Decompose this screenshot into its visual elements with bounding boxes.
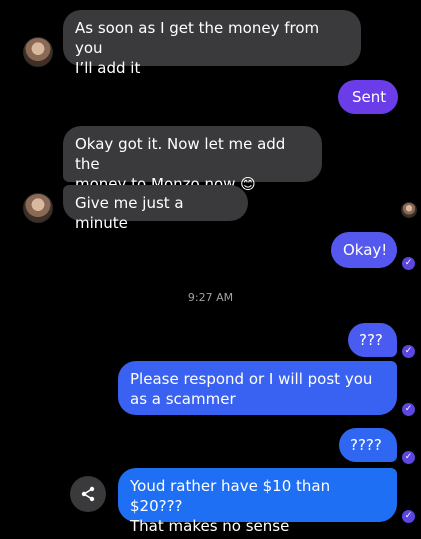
check-circle-icon: ✓ [402,451,415,464]
check-circle-icon: ✓ [402,345,415,358]
contact-avatar[interactable] [23,37,53,67]
read-receipt-avatar [401,202,417,218]
message-bubble-outgoing[interactable]: Sent [338,80,398,114]
message-bubble-outgoing[interactable]: ???? [339,428,397,462]
message-bubble-outgoing[interactable]: Please respond or I will post you as a s… [118,361,397,415]
share-icon [81,486,95,502]
message-bubble-incoming[interactable]: As soon as I get the money from you I’ll… [63,10,361,77]
check-circle-icon: ✓ [402,403,415,416]
check-circle-icon: ✓ [402,510,415,523]
message-bubble-outgoing[interactable]: ??? [348,323,397,357]
message-bubble-incoming[interactable]: Okay got it. Now let me add the money to… [63,126,322,193]
message-bubble-outgoing[interactable]: Okay! [331,232,397,268]
message-bubble-outgoing[interactable]: Youd rather have $10 than $20??? That ma… [118,468,397,535]
message-timestamp: 9:27 AM [187,291,234,304]
share-button[interactable] [70,476,106,512]
check-circle-icon: ✓ [402,257,415,270]
message-bubble-incoming[interactable]: Give me just a minute [63,185,248,232]
contact-avatar[interactable] [23,193,53,223]
